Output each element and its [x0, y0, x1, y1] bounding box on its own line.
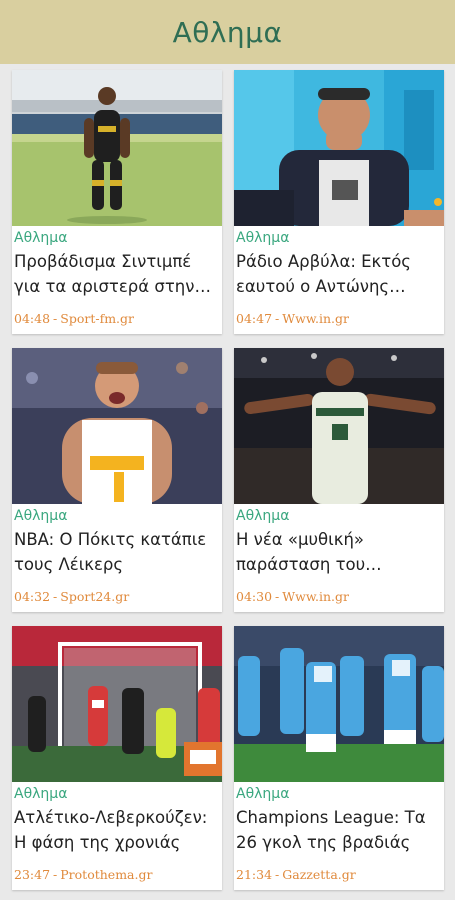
article-thumbnail — [12, 626, 222, 782]
article-meta: 04:48- Sport-fm.gr — [14, 311, 134, 326]
article-headline[interactable]: Προβάδισμα Σιντιμπέ για τα αριστερά στην… — [14, 249, 218, 299]
article-category: Αθλημα — [14, 508, 68, 524]
article-time: 23:47 — [14, 867, 51, 882]
article-headline[interactable]: Ράδιο Αρβύλα: Εκτός εαυτού ο Αντώνης Καν… — [236, 249, 440, 299]
article-category: Αθλημα — [236, 508, 290, 524]
article-meta: 21:34- Gazzetta.gr — [236, 867, 356, 882]
article-time: 04:30 — [236, 589, 273, 604]
article-time: 04:32 — [14, 589, 51, 604]
article-meta: 04:47- Www.in.gr — [236, 311, 349, 326]
article-time: 04:48 — [14, 311, 51, 326]
news-card[interactable]: Αθλημα Ατλέτικο-Λεβερκούζεν: Η φάση της … — [12, 626, 222, 890]
article-time: 21:34 — [236, 867, 273, 882]
article-meta: 23:47- Protothema.gr — [14, 867, 152, 882]
article-time: 04:47 — [236, 311, 273, 326]
meta-separator: - — [275, 589, 280, 604]
article-category: Αθλημα — [14, 786, 68, 802]
article-headline[interactable]: Ατλέτικο-Λεβερκούζεν: Η φάση της χρονιάς — [14, 805, 218, 855]
article-meta: 04:30- Www.in.gr — [236, 589, 349, 604]
meta-separator: - — [275, 311, 280, 326]
article-source: Sport24.gr — [60, 589, 130, 604]
app-title: Αθλημα — [172, 15, 283, 49]
article-headline[interactable]: Champions League: Τα 26 γκολ της βραδιάς — [236, 805, 440, 855]
article-meta: 04:32- Sport24.gr — [14, 589, 129, 604]
article-source: Sport-fm.gr — [60, 311, 135, 326]
article-source: Protothema.gr — [60, 867, 153, 882]
article-headline[interactable]: Η νέα «μυθική» παράσταση του Αντετοκούνμ… — [236, 527, 440, 577]
meta-separator: - — [53, 867, 58, 882]
article-thumbnail — [12, 348, 222, 504]
news-card[interactable]: Αθλημα Ράδιο Αρβύλα: Εκτός εαυτού ο Αντώ… — [234, 70, 444, 334]
meta-separator: - — [53, 589, 58, 604]
news-card[interactable]: Αθλημα Η νέα «μυθική» παράσταση του Αντε… — [234, 348, 444, 612]
news-card[interactable]: Αθλημα NBA: Ο Πόκιτς κατάπιε τους Λέικερ… — [12, 348, 222, 612]
meta-separator: - — [53, 311, 58, 326]
news-grid: Αθλημα Προβάδισμα Σιντιμπέ για τα αριστε… — [0, 64, 455, 890]
article-thumbnail — [234, 626, 444, 782]
app-bar: Αθλημα — [0, 0, 455, 64]
article-thumbnail — [234, 70, 444, 226]
article-category: Αθλημα — [236, 230, 290, 246]
meta-separator: - — [275, 867, 280, 882]
article-source: Gazzetta.gr — [282, 867, 356, 882]
news-card[interactable]: Αθλημα Champions League: Τα 26 γκολ της … — [234, 626, 444, 890]
article-headline[interactable]: NBA: Ο Πόκιτς κατάπιε τους Λέικερς — [14, 527, 218, 577]
news-card[interactable]: Αθλημα Προβάδισμα Σιντιμπέ για τα αριστε… — [12, 70, 222, 334]
article-thumbnail — [12, 70, 222, 226]
article-source: Www.in.gr — [282, 311, 350, 326]
article-source: Www.in.gr — [282, 589, 350, 604]
article-thumbnail — [234, 348, 444, 504]
article-category: Αθλημα — [14, 230, 68, 246]
article-category: Αθλημα — [236, 786, 290, 802]
